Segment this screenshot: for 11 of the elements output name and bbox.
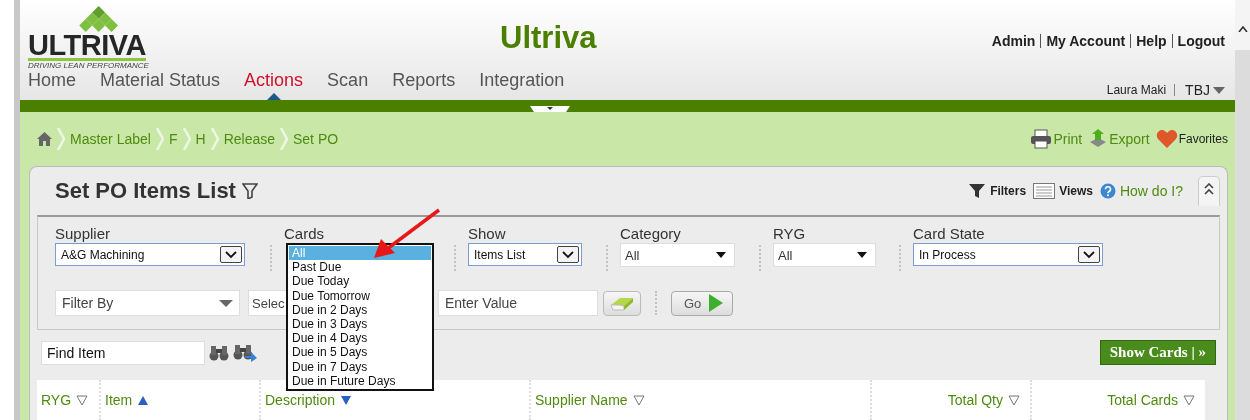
filter-label: Supplier <box>55 225 112 243</box>
filter-label: RYG <box>773 225 807 243</box>
filter-label: Cards <box>284 225 325 243</box>
filter-label: Card State <box>913 225 986 243</box>
user-name: Laura Maki <box>1106 84 1176 96</box>
filter-label: Show <box>468 225 507 243</box>
logo-tagline: DRIVING LEAN PERFORMANCE <box>28 61 149 70</box>
logo-text: ULTRIVA <box>28 32 146 61</box>
app-title: Ultriva <box>500 20 598 56</box>
panel-title: Set PO Items List <box>55 178 236 204</box>
filter-label: Category <box>620 225 682 243</box>
